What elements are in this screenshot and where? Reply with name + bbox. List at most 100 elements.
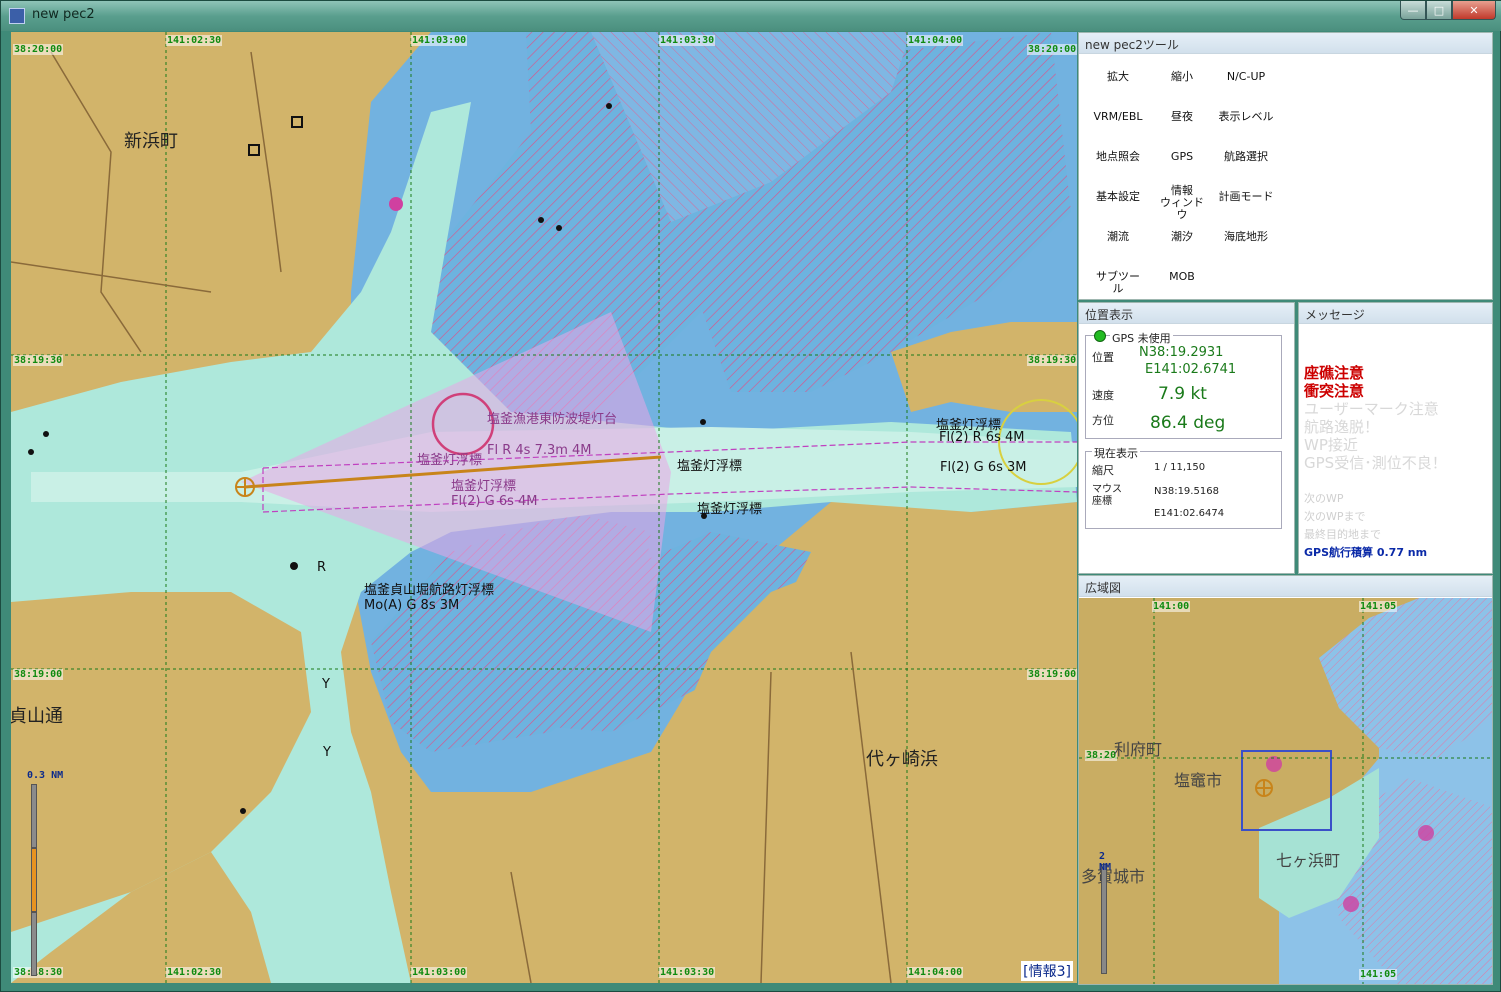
scale-bar-label: 0.3 NM <box>27 770 64 781</box>
breakwater-label: 塩釜漁港東防波堤灯台 <box>487 412 618 427</box>
position-box: GPS 未使用 位置 N38:19.2931 E141:02.6741 速度 7… <box>1085 330 1282 439</box>
lon-label: 141:03:00 <box>411 967 468 978</box>
tidal-current-button[interactable]: 潮流 <box>1105 231 1131 243</box>
breakwater-light-label: Fl R 4s 7.3m 4M <box>487 443 592 458</box>
gps-status-icon <box>1094 330 1106 342</box>
lat-label: 38:19:00 <box>1027 669 1077 680</box>
y-mark-label: Y <box>323 745 331 760</box>
overview-scale-bar: 2 NM <box>1099 851 1111 974</box>
lat-label: 38:19:30 <box>1027 355 1077 366</box>
scale-bar: 0.3 NM <box>27 770 63 976</box>
app-icon <box>9 8 25 24</box>
plan-mode-button[interactable]: 計画モード <box>1217 191 1275 203</box>
display-level-button[interactable]: 表示レベル <box>1217 111 1275 123</box>
subtool-button[interactable]: サブツール <box>1091 271 1145 295</box>
lat-label: 38:19:00 <box>13 669 64 680</box>
app-window: new pec2 — □ ✕ 38:20:00 141:02:30 141:03… <box>0 0 1501 992</box>
settings-button[interactable]: 基本設定 <box>1093 191 1143 203</box>
message-panel: メッセージ 座礁注意 衝突注意 ユーザーマーク注意 航路逸脱！ WP接近 GPS… <box>1298 302 1493 574</box>
mob-button[interactable]: MOB <box>1167 271 1197 283</box>
heading-value: 86.4 deg <box>1150 413 1226 433</box>
lon-label: 141:04:00 <box>907 35 964 46</box>
chart-canvas <box>11 32 1077 983</box>
buoy-label: 塩釜灯浮標 <box>451 479 517 494</box>
current-display-box: 現在表示 縮尺 1 / 11,150 マウス 座標 N38:19.5168 E1… <box>1085 445 1282 529</box>
y-mark-label: Y <box>322 677 330 692</box>
overview-place: 塩竈市 <box>1174 771 1223 790</box>
zoom-out-button[interactable]: 縮小 <box>1169 71 1195 83</box>
overview-canvas <box>1079 598 1492 984</box>
lon-label: 141:04:00 <box>907 967 964 978</box>
gps-status: GPS 未使用 <box>1110 330 1173 346</box>
minimize-button[interactable]: — <box>1400 1 1426 20</box>
mouse-longitude: E141:02.6474 <box>1154 508 1225 519</box>
point-query-button[interactable]: 地点照会 <box>1093 151 1143 163</box>
tide-button[interactable]: 潮汐 <box>1169 231 1195 243</box>
heading-label: 方位 <box>1092 414 1114 427</box>
lon-label: 141:03:30 <box>659 35 716 46</box>
sadayama-buoy-label: 塩釜貞山堀航路灯浮標 <box>364 583 495 598</box>
mouse-latitude: N38:19.5168 <box>1154 486 1219 497</box>
overview-panel: 広域図 141:00 141:05 38:20 141:05 利府町 塩竈市 七… <box>1078 575 1493 985</box>
overview-lat-label: 38:20 <box>1085 750 1118 761</box>
tools-panel-title: new pec2ツール <box>1079 33 1492 54</box>
lat-label: 38:19:30 <box>13 355 64 366</box>
buoy-char-label: Fl(2) R 6s 4M <box>939 430 1025 445</box>
maximize-button[interactable]: □ <box>1426 1 1452 20</box>
zoom-in-button[interactable]: 拡大 <box>1105 71 1131 83</box>
seabed-button[interactable]: 海底地形 <box>1219 231 1273 243</box>
overview-scale-label: 2 NM <box>1099 851 1112 873</box>
scale-label: 縮尺 <box>1092 464 1114 477</box>
next-wp-distance-label: 次のWPまで <box>1304 510 1366 523</box>
gps-total-distance: GPS航行積算 0.77 nm <box>1304 546 1428 559</box>
info-window-button[interactable]: 情報 ウィンドウ <box>1157 185 1207 221</box>
day-night-button[interactable]: 昼夜 <box>1169 111 1195 123</box>
lon-label: 141:02:30 <box>166 967 223 978</box>
vrm-ebl-button[interactable]: VRM/EBL <box>1091 111 1145 123</box>
place-sadayama: 貞山通 <box>11 706 63 727</box>
lon-label: 141:03:00 <box>411 35 468 46</box>
title-bar[interactable]: new pec2 — □ ✕ <box>1 1 1501 31</box>
overview-lon-label: 141:00 <box>1152 601 1191 612</box>
buoy-char-label: Fl(2) G 6s 3M <box>940 460 1027 475</box>
tools-panel: new pec2ツール 拡大 縮小 N/C-UP VRM/EBL 昼夜 表示レベ… <box>1078 32 1493 300</box>
overview-place: 利府町 <box>1114 740 1163 759</box>
longitude-value: E141:02.6741 <box>1145 362 1237 377</box>
sadayama-char-label: Mo(A) G 8s 3M <box>364 598 460 613</box>
position-panel: 位置表示 GPS 未使用 位置 N38:19.2931 E141:02.6741… <box>1078 302 1295 574</box>
buoy-char-label: Fl(2) G 6s 4M <box>451 494 538 509</box>
mouse-coord-label: マウス 座標 <box>1092 484 1122 507</box>
message-panel-title: メッセージ <box>1299 303 1492 324</box>
nc-up-button[interactable]: N/C-UP <box>1222 71 1270 83</box>
overview-place: 多賀城市 <box>1081 867 1146 886</box>
latitude-value: N38:19.2931 <box>1139 345 1224 360</box>
close-button[interactable]: ✕ <box>1452 1 1496 20</box>
speed-label: 速度 <box>1092 389 1114 402</box>
alert-gps-error: GPS受信･測位不良！ <box>1304 454 1447 472</box>
scale-value: 1 / 11,150 <box>1154 462 1206 473</box>
info-tag[interactable]: [情報3] <box>1021 961 1073 981</box>
buoy-label: 塩釜灯浮標 <box>697 502 763 517</box>
lat-label: 38:20:00 <box>13 44 64 55</box>
route-select-button[interactable]: 航路選択 <box>1219 151 1273 163</box>
final-destination-label: 最終目的地まで <box>1304 528 1381 541</box>
lon-label: 141:03:30 <box>659 967 716 978</box>
position-panel-title: 位置表示 <box>1079 303 1294 324</box>
place-yogasaki: 代ヶ崎浜 <box>866 749 938 770</box>
overview-map[interactable]: 141:00 141:05 38:20 141:05 利府町 塩竈市 七ヶ浜町 … <box>1079 598 1492 984</box>
overview-place: 七ヶ浜町 <box>1276 851 1341 870</box>
buoy-label: 塩釜灯浮標 <box>417 453 483 468</box>
lat-label: 38:20:00 <box>1027 44 1077 55</box>
speed-value: 7.9 kt <box>1158 384 1207 404</box>
buoy-label: 塩釜灯浮標 <box>677 459 743 474</box>
gps-button[interactable]: GPS <box>1169 151 1195 163</box>
nautical-chart[interactable]: 38:20:00 141:02:30 141:03:00 141:03:30 1… <box>11 32 1077 983</box>
place-shinhama: 新浜町 <box>124 131 178 152</box>
overview-lon-label: 141:05 <box>1359 969 1398 980</box>
next-wp-label: 次のWP <box>1304 492 1344 505</box>
position-label: 位置 <box>1092 351 1114 364</box>
r-mark-label: R <box>317 560 327 575</box>
window-title: new pec2 <box>32 7 95 22</box>
current-display-title: 現在表示 <box>1092 445 1140 461</box>
overview-lon-label: 141:05 <box>1359 601 1398 612</box>
